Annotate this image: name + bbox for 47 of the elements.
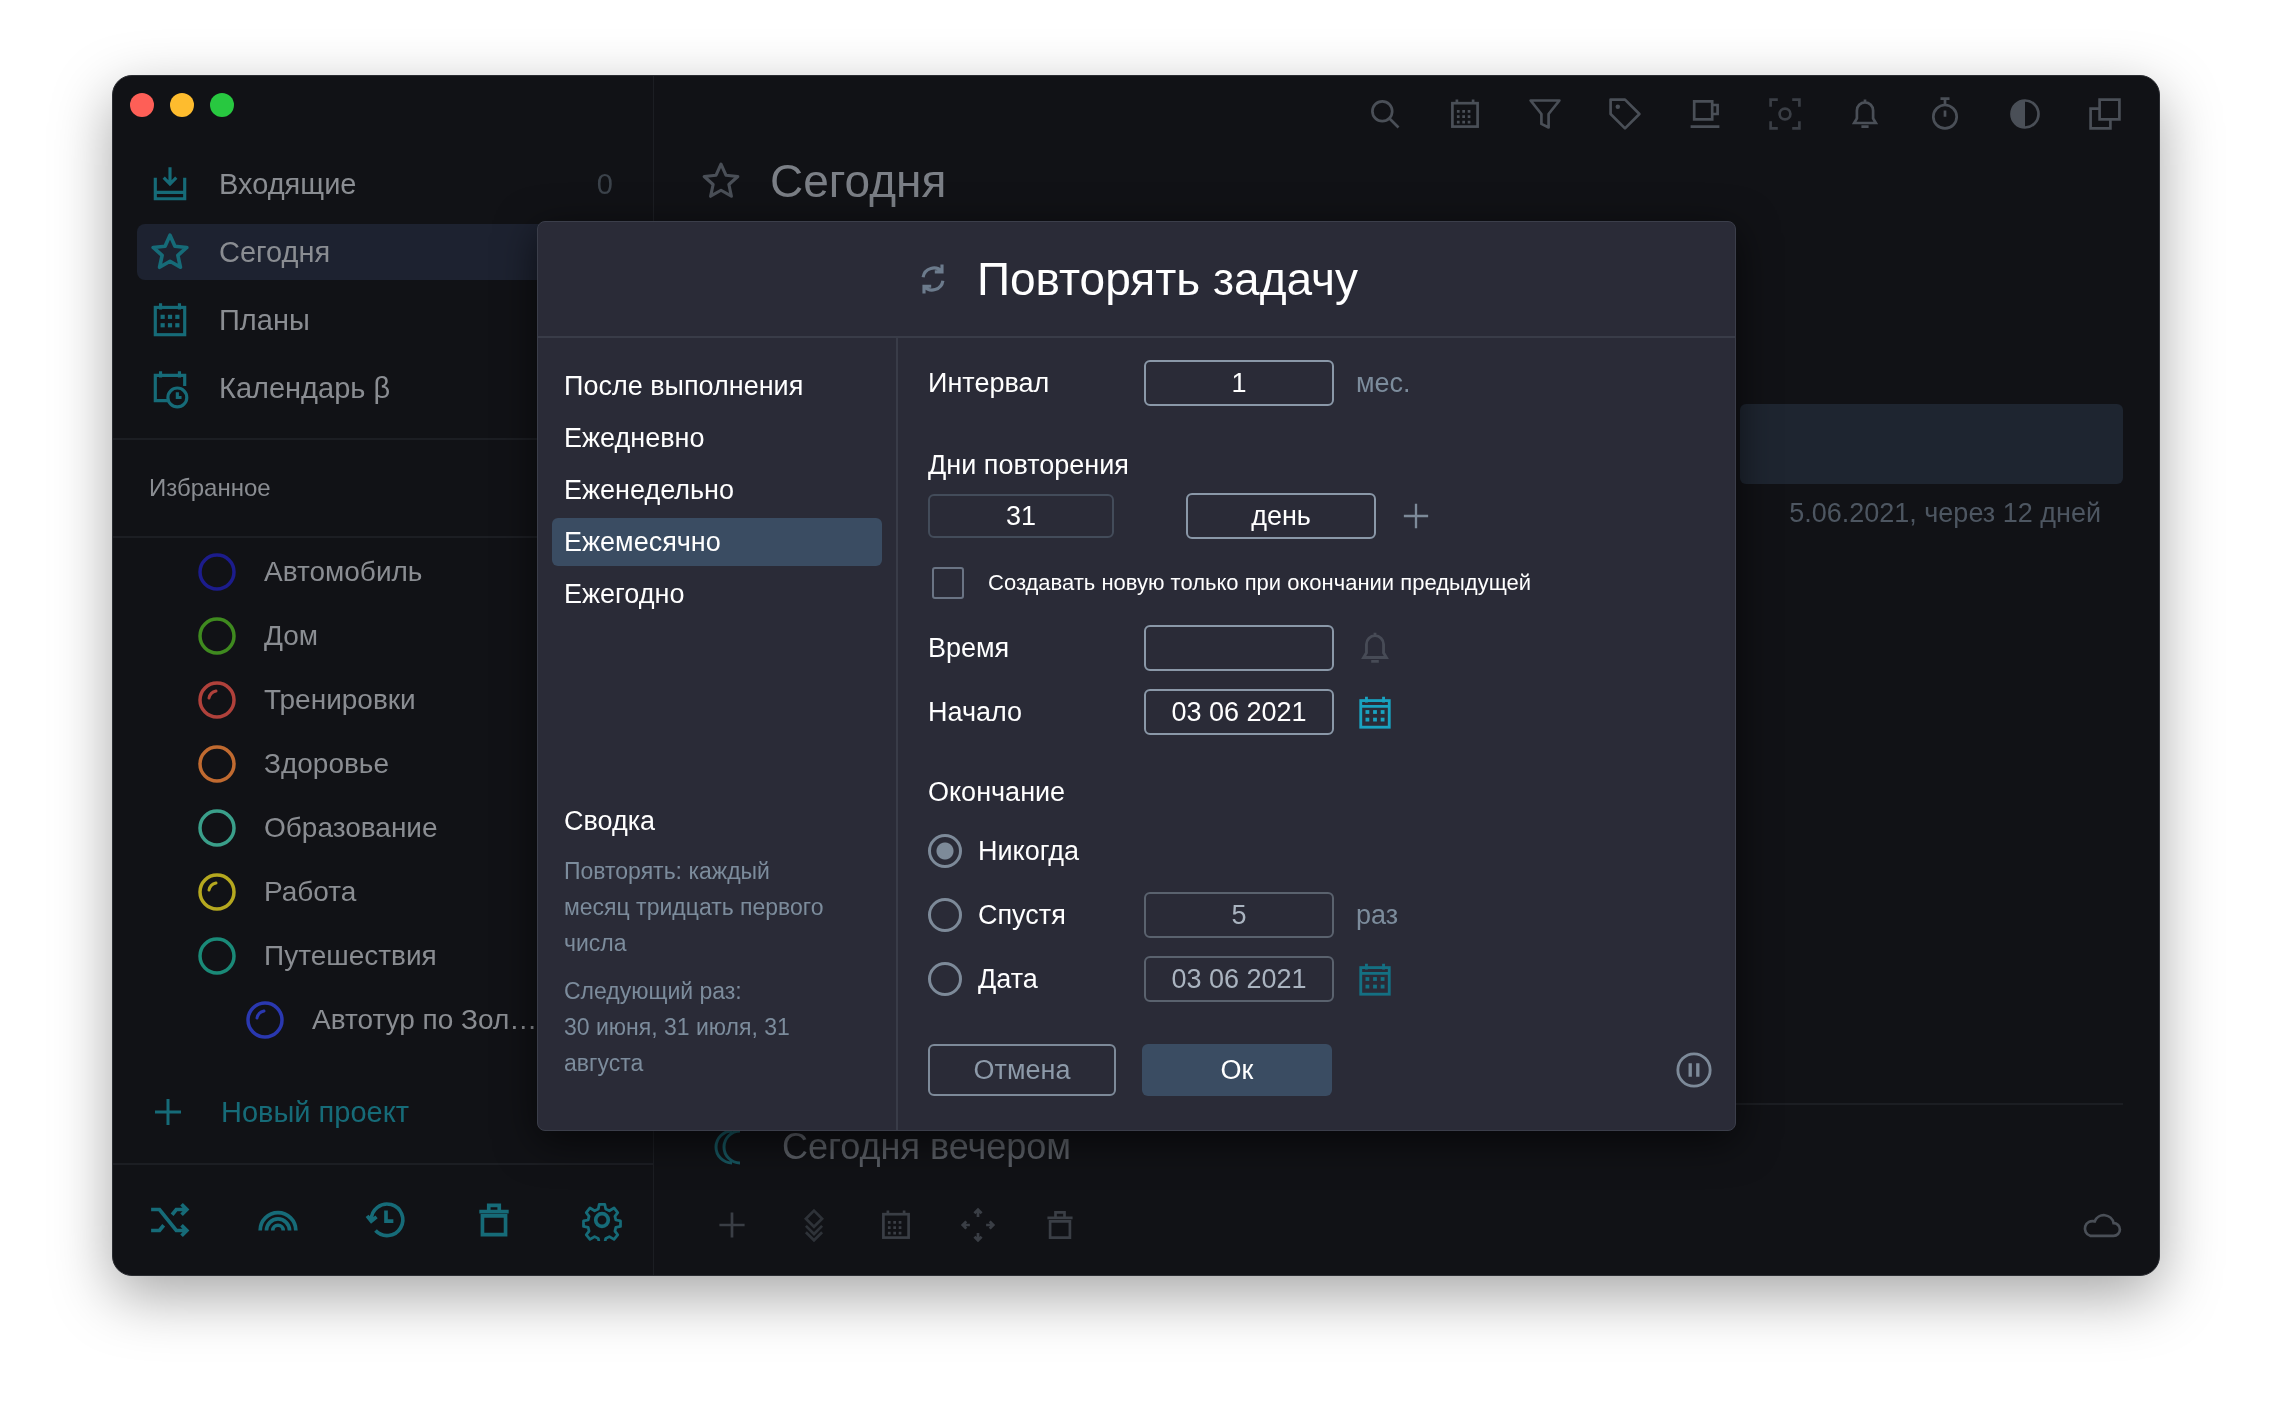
repeat-option[interactable]: Ежегодно: [552, 570, 882, 618]
page-title: Сегодня: [770, 154, 947, 208]
section-label: Дни повторения: [928, 450, 1130, 481]
checkbox-row[interactable]: Создавать новую только при окончании предыдущей: [928, 567, 1713, 599]
start-date-field[interactable]: 03 06 2021: [1144, 689, 1334, 735]
repeat-option[interactable]: После выполнения: [552, 362, 882, 410]
repeat-option[interactable]: Еженедельно: [552, 466, 882, 514]
section-title: Избранное: [149, 474, 271, 502]
close-button[interactable]: [130, 93, 154, 117]
field-label: Интервал: [928, 367, 1051, 399]
unit-label: раз: [1356, 899, 1399, 931]
next-dates: 30 июня, 31 июля, 31 августа: [563, 1013, 791, 1078]
radio-button[interactable]: [928, 834, 962, 868]
project-item[interactable]: Здоровье: [197, 732, 653, 796]
radio-option[interactable]: Никогда: [928, 828, 1100, 874]
repeat-option[interactable]: Ежемесячно: [552, 518, 882, 566]
minimize-button[interactable]: [170, 93, 194, 117]
plus-icon[interactable]: [1402, 502, 1430, 530]
unit-label: мес.: [1356, 367, 1411, 399]
project-item[interactable]: Тренировки: [197, 668, 653, 732]
section-title: Сегодня вечером: [782, 1126, 1072, 1168]
plus-icon: [153, 1097, 183, 1127]
checkbox[interactable]: [932, 567, 964, 599]
time-field[interactable]: [1144, 625, 1334, 671]
tag-icon[interactable]: [1607, 96, 1643, 132]
dialog-title: Повторять задачу: [976, 252, 1359, 306]
focus-icon[interactable]: [1767, 96, 1803, 132]
field-label: Время: [928, 632, 1011, 664]
task-date: 5.06.2021, через 12 дней: [1789, 498, 2102, 529]
contrast-icon[interactable]: [2007, 96, 2043, 132]
summary-text: Повторять: каждый месяц тридцать первого числа: [563, 857, 825, 958]
section-label: Окончание: [928, 777, 1067, 808]
unit-dropdown[interactable]: день: [1186, 493, 1376, 539]
cancel-button[interactable]: Отмена: [928, 1044, 1116, 1096]
zoom-button[interactable]: [210, 93, 234, 117]
day-field[interactable]: 31: [928, 494, 1114, 538]
nav-item[interactable]: Планы: [137, 292, 653, 348]
repeat-option[interactable]: Ежедневно: [552, 414, 882, 462]
summary-title: Сводка: [563, 806, 657, 837]
copy-icon[interactable]: [2087, 96, 2123, 132]
move-icon[interactable]: [960, 1207, 996, 1243]
ok-button[interactable]: Ок: [1142, 1044, 1332, 1096]
interval-field[interactable]: 1: [1144, 360, 1334, 406]
pause-icon[interactable]: [1675, 1051, 1713, 1089]
filter-icon[interactable]: [1527, 96, 1563, 132]
next-label: Следующий раз:: [563, 977, 743, 1006]
field-label: Начало: [928, 696, 1024, 728]
